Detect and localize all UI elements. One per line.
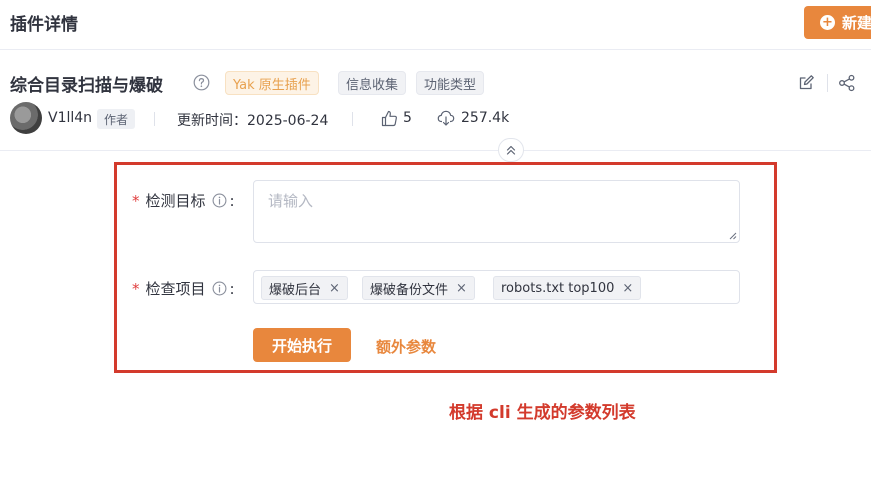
new-button-label: 新建 bbox=[842, 14, 871, 32]
chip-label: 爆破备份文件 bbox=[370, 282, 449, 298]
start-execute-button[interactable]: 开始执行 bbox=[253, 328, 351, 362]
section-divider bbox=[0, 150, 871, 151]
close-icon[interactable]: × bbox=[622, 281, 633, 296]
plus-icon: + bbox=[820, 15, 835, 30]
resize-handle-icon[interactable] bbox=[728, 231, 737, 240]
avatar[interactable] bbox=[10, 102, 42, 134]
extra-params-link[interactable]: 额外参数 bbox=[376, 336, 436, 357]
plugin-name: 综合目录扫描与爆破 bbox=[10, 76, 163, 96]
close-icon[interactable]: × bbox=[329, 281, 340, 296]
selected-item-chip: 爆破后台 × bbox=[261, 276, 348, 300]
tag-function-type: 功能类型 bbox=[416, 71, 485, 95]
info-icon[interactable] bbox=[212, 193, 227, 208]
meta-separator bbox=[352, 112, 353, 126]
thumbs-up-icon[interactable] bbox=[381, 110, 398, 127]
new-button[interactable]: + 新建 bbox=[804, 6, 871, 39]
help-icon[interactable] bbox=[193, 74, 210, 91]
header-divider bbox=[0, 49, 871, 50]
selected-item-chip: robots.txt top100 × bbox=[493, 276, 642, 300]
page-title: 插件详情 bbox=[10, 15, 78, 35]
label-colon: : bbox=[229, 191, 235, 210]
download-count: 257.4k bbox=[461, 110, 510, 126]
target-label: * 检测目标 : bbox=[132, 190, 235, 211]
edit-icon[interactable] bbox=[798, 74, 815, 91]
items-label-text: 检查项目 bbox=[145, 280, 206, 298]
author-name[interactable]: V1ll4n bbox=[48, 110, 92, 126]
chip-label: 爆破后台 bbox=[269, 282, 322, 298]
chip-label: robots.txt top100 bbox=[501, 280, 615, 296]
cloud-download-icon[interactable] bbox=[437, 109, 455, 127]
info-icon[interactable] bbox=[212, 281, 227, 296]
meta-separator bbox=[154, 112, 155, 126]
author-badge: 作者 bbox=[97, 109, 136, 129]
annotation-text: 根据 cli 生成的参数列表 bbox=[449, 403, 636, 423]
selected-item-chip: 爆破备份文件 × bbox=[362, 276, 475, 300]
chevrons-up-icon bbox=[506, 145, 516, 155]
items-label: * 检查项目 : bbox=[132, 278, 235, 299]
label-colon: : bbox=[229, 279, 235, 298]
update-time: 更新时间：2025-06-24 bbox=[177, 113, 329, 129]
tag-info-collection: 信息收集 bbox=[338, 71, 407, 95]
required-mark: * bbox=[132, 191, 140, 210]
target-placeholder: 请输入 bbox=[268, 192, 314, 210]
target-input[interactable]: 请输入 bbox=[253, 180, 740, 243]
close-icon[interactable]: × bbox=[456, 281, 467, 296]
items-multi-select[interactable]: 爆破后台 × 爆破备份文件 × robots.txt top100 × bbox=[253, 270, 740, 304]
share-icon[interactable] bbox=[838, 74, 856, 92]
tag-yak-native: Yak 原生插件 bbox=[225, 71, 319, 95]
target-label-text: 检测目标 bbox=[145, 192, 206, 210]
like-count: 5 bbox=[403, 110, 412, 126]
required-mark: * bbox=[132, 279, 140, 298]
action-separator bbox=[827, 74, 828, 92]
collapse-button[interactable] bbox=[498, 138, 524, 162]
